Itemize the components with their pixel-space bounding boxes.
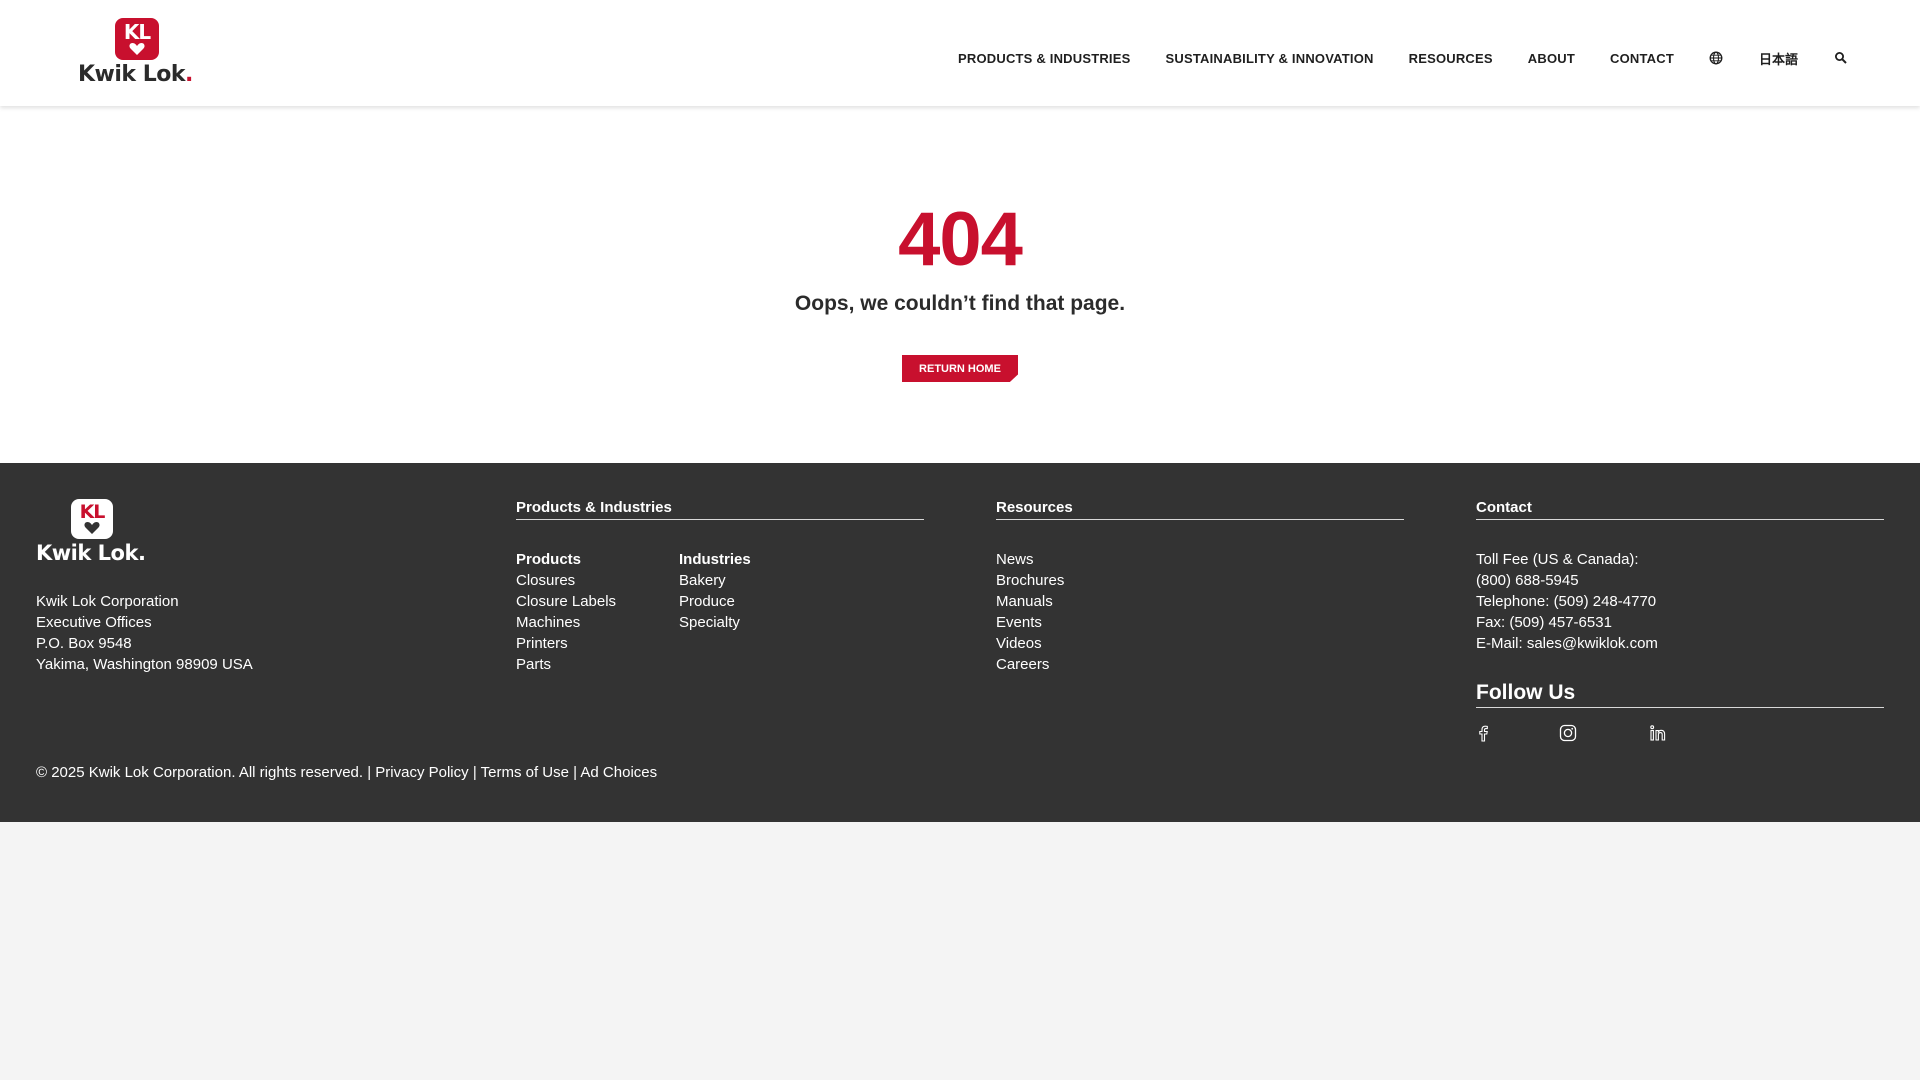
address-line: Yakima, Washington 98909 USA [36,656,253,673]
contact-toll-free-number[interactable]: (800) 688-5945 [1476,570,1658,591]
footer-link-parts[interactable]: Parts [516,654,616,675]
footer-resources-list: News Brochures Manuals Events Videos Car… [996,549,1064,675]
footer-logo-badge: KL [71,499,113,539]
follow-us-title: Follow Us [1476,681,1884,708]
footer-products-title[interactable]: Products [516,549,616,570]
linkedin-icon[interactable] [1649,724,1667,742]
footer-products-industries: Products & Industries Products Closures … [516,499,924,673]
facebook-icon[interactable] [1474,724,1492,742]
address-line: P.O. Box 9548 [36,635,132,652]
footer-logo-badge-letters: KL [79,501,106,523]
ad-choices-link[interactable]: Ad Choices [580,764,657,781]
heart-icon [129,43,145,55]
footer-products-industries-title[interactable]: Products & Industries [516,499,924,520]
privacy-policy-link[interactable]: Privacy Policy [375,764,468,781]
address-line: Executive Offices [36,614,152,631]
nav-about[interactable]: ABOUT [1528,51,1575,66]
footer-resources: Resources News Brochures Manuals Events … [996,499,1404,673]
footer-industries-list: Industries Bakery Produce Specialty [679,549,751,633]
legal-separator: | [472,764,477,781]
footer-resources-title[interactable]: Resources [996,499,1404,520]
footer-link-printers[interactable]: Printers [516,633,616,654]
footer-products-list: Products Closures Closure Labels Machine… [516,549,616,675]
footer-link-careers[interactable]: Careers [996,654,1064,675]
footer-link-specialty[interactable]: Specialty [679,612,751,633]
legal-separator: | [573,764,578,781]
footer-link-events[interactable]: Events [996,612,1064,633]
footer-link-videos[interactable]: Videos [996,633,1064,654]
nav-resources[interactable]: RESOURCES [1409,51,1493,66]
heart-icon [84,522,100,534]
contact-telephone[interactable]: Telephone: (509) 248-4770 [1476,591,1658,612]
contact-fax: Fax: (509) 457-6531 [1476,614,1612,631]
footer-logo[interactable]: KL Kwik Lok. [36,499,154,565]
nav-contact[interactable]: CONTACT [1610,51,1674,66]
terms-of-use-link[interactable]: Terms of Use [481,764,569,781]
footer-logo-wordmark-text: Kwik Lok [36,541,138,565]
footer-link-machines[interactable]: Machines [516,612,616,633]
footer-link-brochures[interactable]: Brochures [996,570,1064,591]
error-section: 404 Oops, we couldn’t find that page. RE… [0,106,1920,463]
footer-link-produce[interactable]: Produce [679,591,751,612]
logo-wordmark-text: Kwik Lok [78,62,185,87]
logo-dot: . [184,62,193,87]
error-message: Oops, we couldn’t find that page. [794,292,1126,315]
footer-link-closure-labels[interactable]: Closure Labels [516,591,616,612]
address-line: Kwik Lok Corporation [36,593,179,610]
site-header: KL Kwik Lok. PRODUCTS & INDUSTRIES SUSTA… [0,0,1920,106]
footer-link-manuals[interactable]: Manuals [996,591,1064,612]
nav-language-japanese[interactable]: 日本語 [1759,49,1798,68]
main-navigation: PRODUCTS & INDUSTRIES SUSTAINABILITY & I… [958,46,1848,70]
kwik-lok-logo[interactable]: KL Kwik Lok. [78,18,202,87]
footer-logo-wordmark: Kwik Lok. [36,541,146,565]
footer-copyright: © 2025 Kwik Lok Corporation. All rights … [36,764,657,781]
footer-industries-title[interactable]: Industries [679,549,751,570]
footer-contact-list: Toll Fee (US & Canada): (800) 688-5945 T… [1476,549,1658,654]
nav-sustainability-innovation[interactable]: SUSTAINABILITY & INNOVATION [1166,51,1374,66]
instagram-icon[interactable] [1559,724,1577,742]
logo-badge: KL [115,18,159,60]
copyright-text: © 2025 Kwik Lok Corporation. All rights … [36,764,372,781]
footer-contact-title[interactable]: Contact [1476,499,1884,520]
footer-link-closures[interactable]: Closures [516,570,616,591]
return-home-button[interactable]: RETURN HOME [902,355,1018,382]
site-footer: KL Kwik Lok. Kwik Lok Corporation Execut… [0,463,1920,822]
footer-link-bakery[interactable]: Bakery [679,570,751,591]
globe-icon[interactable] [1709,51,1723,65]
logo-wordmark: Kwik Lok. [78,62,202,87]
contact-toll-free-label: Toll Fee (US & Canada): [1476,551,1639,568]
footer-link-news[interactable]: News [996,549,1064,570]
search-icon[interactable] [1834,51,1848,65]
footer-address: Kwik Lok Corporation Executive Offices P… [36,591,253,675]
nav-products-industries[interactable]: PRODUCTS & INDUSTRIES [958,51,1131,66]
error-code: 404 [898,197,1023,282]
footer-contact: Contact Toll Fee (US & Canada): (800) 68… [1476,499,1884,652]
logo-badge-letters: KL [123,20,151,44]
contact-email[interactable]: E-Mail: sales@kwiklok.com [1476,633,1658,654]
